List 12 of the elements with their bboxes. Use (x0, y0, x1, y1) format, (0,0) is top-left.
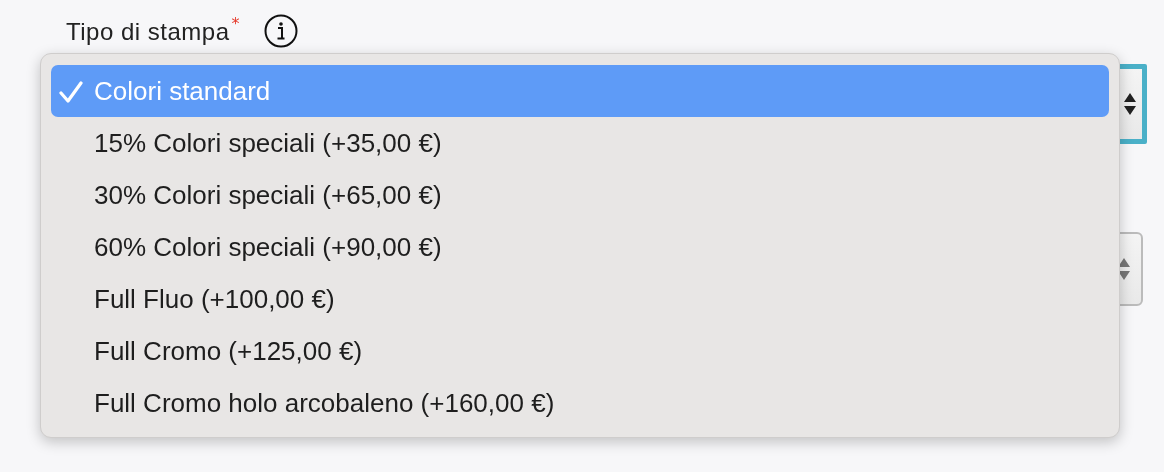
dropdown-option[interactable]: Full Cromo (+125,00 €) (51, 325, 1109, 377)
stepper-arrows-icon (1123, 92, 1137, 116)
dropdown-option[interactable]: Full Cromo holo arcobaleno (+160,00 €) (51, 377, 1109, 429)
dropdown-option[interactable]: 15% Colori speciali (+35,00 €) (51, 117, 1109, 169)
field-label: Tipo di stampa (66, 18, 230, 46)
info-icon[interactable] (263, 14, 298, 48)
stepper-arrows-icon (1117, 257, 1131, 281)
dropdown-option[interactable]: 30% Colori speciali (+65,00 €) (51, 169, 1109, 221)
dropdown-option[interactable]: Full Fluo (+100,00 €) (51, 273, 1109, 325)
required-mark: * (231, 14, 240, 33)
dropdown-option[interactable]: 60% Colori speciali (+90,00 €) (51, 221, 1109, 273)
checkmark-icon (59, 81, 83, 103)
